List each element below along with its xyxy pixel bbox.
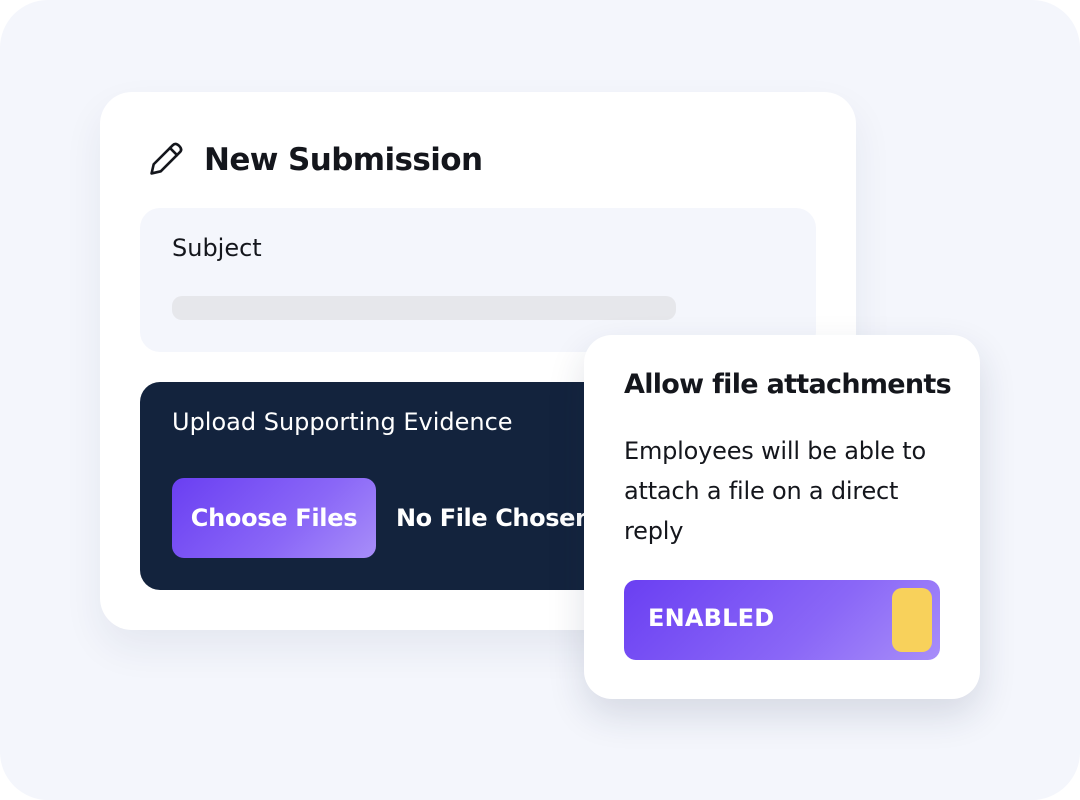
file-attachments-card: Allow file attachments Employees will be… (584, 335, 980, 699)
file-status-text: No File Chosen (396, 504, 592, 532)
attachments-description: Employees will be able to attach a file … (624, 437, 926, 545)
choose-files-button[interactable]: Choose Files (172, 478, 376, 558)
card-title: New Submission (204, 142, 483, 178)
subject-input[interactable] (172, 296, 676, 320)
toggle-knob[interactable] (892, 588, 932, 652)
attachments-toggle[interactable]: ENABLED (624, 580, 940, 660)
toggle-label: ENABLED (648, 604, 775, 632)
page-background: New Submission Subject Upload Supporting… (0, 0, 1080, 800)
attachments-title: Allow file attachments (624, 369, 952, 400)
subject-label: Subject (172, 234, 262, 262)
upload-label: Upload Supporting Evidence (172, 408, 513, 436)
subject-field-group: Subject (140, 208, 816, 352)
pencil-icon (144, 139, 186, 181)
card-header: New Submission (144, 138, 483, 182)
